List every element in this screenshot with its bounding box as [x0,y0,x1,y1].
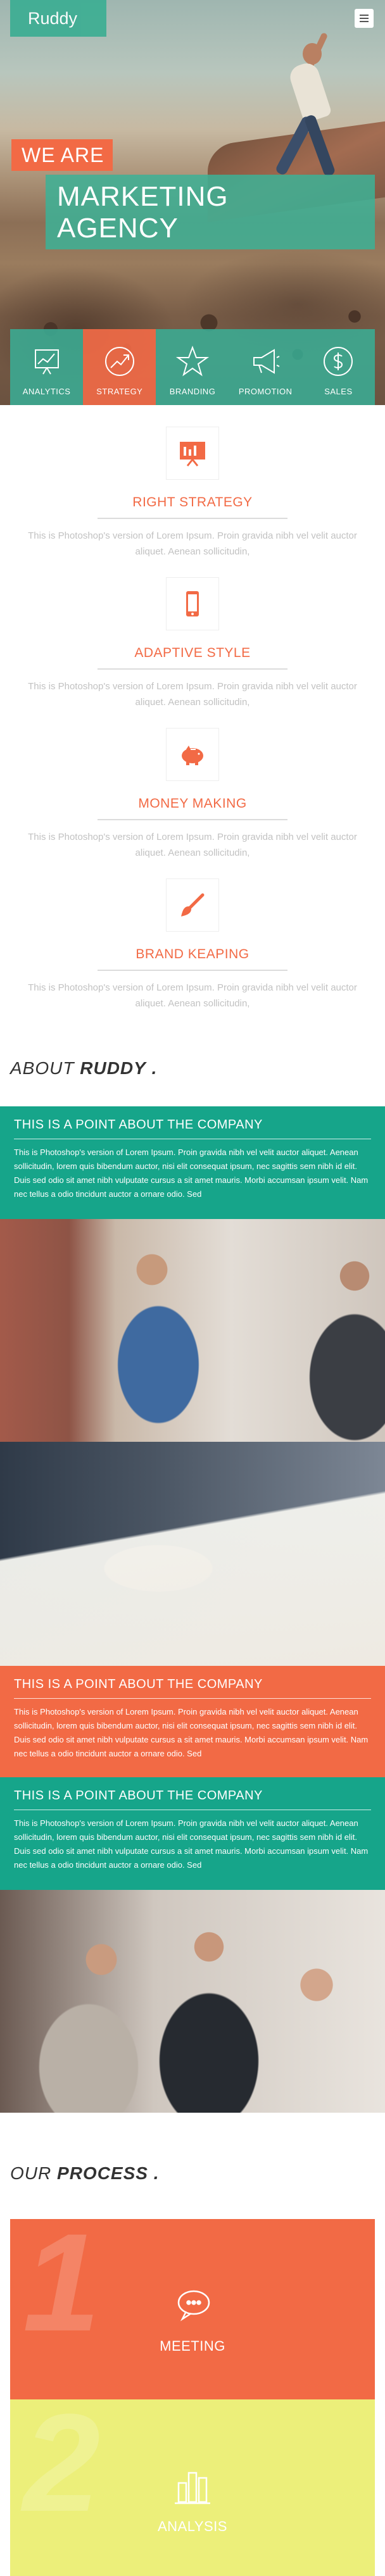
process-step-label: ANALYSIS [158,2518,227,2534]
process-step-label: MEETING [160,2337,225,2354]
about-point-title: THIS IS A POINT ABOUT THE COMPANY [14,1789,371,1810]
about-title-brand: RUDDY [80,1058,146,1078]
service-strategy[interactable]: STRATEGY [83,329,156,405]
about-point-title: THIS IS A POINT ABOUT THE COMPANY [14,1118,371,1139]
hero-headline: MARKETING AGENCY [46,175,375,249]
feature-divider [98,668,287,670]
service-sales[interactable]: SALES [301,329,376,405]
about-point: THIS IS A POINT ABOUT THE COMPANY This i… [0,1106,385,1219]
about-title-prefix: ABOUT [10,1058,75,1078]
brush-icon [166,878,219,932]
mobile-icon [166,577,219,630]
feature-text: This is Photoshop's version of Lorem Ips… [28,530,357,557]
team-meeting-photo [0,1219,385,1442]
service-analytics[interactable]: ANALYTICS [10,329,84,405]
dollar-icon [324,347,353,376]
hero-headline-line1: MARKETING [57,181,229,212]
services-bar: ANALYTICS STRATEGY BRANDING PROMOTION SA… [10,329,376,405]
process-title-suffix: . [153,2163,160,2183]
hero-kicker: WE ARE [11,139,113,171]
about-point-text: This is Photoshop's version of Lorem Ips… [14,1147,369,1199]
hero-headline-line2: AGENCY [57,213,179,244]
about-point-text: This is Photoshop's version of Lorem Ips… [14,1707,369,1758]
feature-title: BRAND KEAPING [136,947,249,961]
process-step-number: 1 [23,2219,101,2360]
process-step-number: 2 [23,2399,101,2541]
feature-text: This is Photoshop's version of Lorem Ips… [28,982,357,1009]
feature-divider [98,970,287,971]
about-point-title: THIS IS A POINT ABOUT THE COMPANY [14,1677,371,1699]
hero-jumping-person-image [270,32,352,190]
bar-chart-icon [175,2472,210,2504]
feature-title: MONEY MAKING [138,796,247,811]
service-branding[interactable]: BRANDING [156,329,229,405]
process-step: 2 ANALYSIS [10,2399,375,2576]
service-label: STRATEGY [96,387,143,396]
about-title-suffix: . [151,1058,158,1078]
feature-text: This is Photoshop's version of Lorem Ips… [28,832,357,858]
chat-bubbles-icon [177,2290,210,2322]
presentation-icon [166,427,219,480]
process-title-prefix: OUR [10,2163,52,2183]
star-icon [176,346,209,377]
about-section-title: ABOUT RUDDY . [10,1058,157,1079]
megaphone-icon [253,349,280,374]
feature-divider [98,819,287,820]
documents-writing-photo [0,1442,385,1666]
process-title-main: PROCESS [57,2163,148,2183]
chart-icon [34,349,59,375]
hamburger-icon[interactable] [355,9,374,28]
page: Ruddy WE ARE MARKETING AGENCY ANALYTICS … [0,0,385,2576]
service-label: BRANDING [169,387,216,396]
process-step: 1 MEETING [10,2219,375,2399]
brand-logo[interactable]: Ruddy [10,0,106,37]
about-point: THIS IS A POINT ABOUT THE COMPANY This i… [0,1777,385,1890]
service-label: ANALYTICS [22,387,71,396]
about-point-text: This is Photoshop's version of Lorem Ips… [14,1818,369,1870]
hero-section: Ruddy WE ARE MARKETING AGENCY ANALYTICS … [0,0,385,405]
about-point: THIS IS A POINT ABOUT THE COMPANY This i… [0,1666,385,1779]
service-label: PROMOTION [238,387,293,396]
feature-title: ADAPTIVE STYLE [134,646,251,660]
team-working-photo [0,1890,385,2113]
process-section-title: OUR PROCESS . [10,2163,160,2184]
feature-divider [98,518,287,519]
service-label: SALES [324,387,353,396]
feature-text: This is Photoshop's version of Lorem Ips… [28,681,357,708]
top-bar: Ruddy [0,0,385,37]
piggy-bank-icon [166,728,219,781]
feature-title: RIGHT STRATEGY [132,495,253,510]
service-promotion[interactable]: PROMOTION [229,329,302,405]
growth-arrow-icon [104,347,134,376]
